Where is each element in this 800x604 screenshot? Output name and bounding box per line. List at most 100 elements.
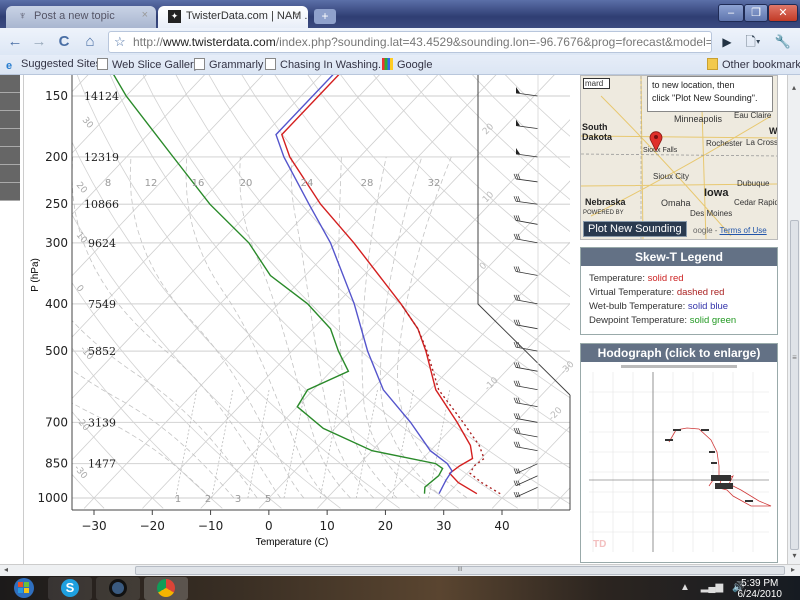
ie-icon: e xyxy=(6,60,13,72)
close-tab-icon[interactable]: × xyxy=(294,9,300,21)
bookmark-grammarly[interactable]: Grammarly xyxy=(194,58,263,71)
horizontal-scroll-thumb[interactable]: III xyxy=(135,566,785,575)
barb-flag xyxy=(513,380,517,386)
nav-tile[interactable] xyxy=(0,183,20,201)
network-icon[interactable]: ▂▄▆ xyxy=(701,582,723,593)
forward-button[interactable]: → xyxy=(28,31,50,53)
nav-tile[interactable] xyxy=(0,75,20,93)
nav-tile[interactable] xyxy=(0,129,20,147)
x-tick-label: 0 xyxy=(265,519,273,533)
map-pin-icon[interactable] xyxy=(649,131,663,151)
terms-of-use-link[interactable]: Terms of Use xyxy=(720,226,767,235)
barb-staff xyxy=(515,178,539,183)
back-button[interactable]: ← xyxy=(4,31,26,53)
skype-icon: S xyxy=(61,579,79,597)
tab-twisterdata[interactable]: ✦ TwisterData.com | NAM ... × xyxy=(158,6,308,28)
google-icon xyxy=(382,58,393,70)
dry-adiabat xyxy=(504,75,570,137)
x-tick-label: 30 xyxy=(436,519,451,533)
vertical-scrollbar[interactable]: ▴ ≡ ▾ xyxy=(787,75,800,564)
pressure-tick-label: 250 xyxy=(45,197,68,211)
maximize-button[interactable]: ❐ xyxy=(744,4,768,22)
location-map[interactable]: mard to new location, then click "Plot N… xyxy=(580,75,778,240)
barb-flag xyxy=(515,362,519,368)
scroll-up-arrow[interactable]: ▴ xyxy=(788,83,800,92)
barb-flag xyxy=(513,341,517,348)
vertical-scroll-thumb[interactable]: ≡ xyxy=(790,220,799,550)
bookmark-google[interactable]: Google xyxy=(382,58,432,71)
scroll-down-arrow[interactable]: ▾ xyxy=(788,551,800,560)
plot-new-sounding-button[interactable]: Plot New Sounding xyxy=(583,221,687,237)
barb-flag xyxy=(515,380,519,386)
tab-post-new-topic[interactable]: ♆ Post a new topic × xyxy=(6,6,156,28)
dry-adiabat xyxy=(472,75,570,169)
isotherm xyxy=(72,75,147,154)
nav-tile[interactable] xyxy=(0,93,20,111)
map-terms: oogle - Terms of Use xyxy=(693,226,767,235)
bookmark-star-icon[interactable]: ☆ xyxy=(114,32,126,52)
page-menu-icon[interactable]: 🗋▾ xyxy=(742,31,764,53)
start-button[interactable] xyxy=(2,577,46,600)
scroll-right-arrow[interactable]: ▸ xyxy=(791,565,795,574)
barb-flag xyxy=(513,319,517,325)
nav-tile[interactable] xyxy=(0,165,20,183)
nav-tile[interactable] xyxy=(0,111,20,129)
nav-tile[interactable] xyxy=(0,147,20,165)
bookmark-chasing-in-washing[interactable]: Chasing In Washing... xyxy=(265,58,387,71)
close-window-button[interactable]: ✕ xyxy=(768,4,798,22)
height-label: 14124 xyxy=(84,90,119,103)
legend-row-virtual-temperature: Virtual Temperature: dashed red xyxy=(589,288,777,298)
moist-adiabat xyxy=(185,156,328,499)
show-hidden-icons[interactable]: ▲ xyxy=(680,582,690,593)
wrench-menu-icon[interactable]: 🔧 xyxy=(772,31,794,53)
close-tab-icon[interactable]: × xyxy=(142,9,148,21)
reload-button[interactable]: C xyxy=(53,31,75,53)
isotherm xyxy=(491,425,570,509)
go-icon[interactable]: ▶ xyxy=(716,31,738,53)
url-prefix: http:// xyxy=(133,35,164,49)
hodograph-panel[interactable]: Hodograph (click to enlarge) TD xyxy=(580,343,778,563)
x-tick-label: −10 xyxy=(198,519,223,533)
hodograph-title[interactable]: Hodograph (click to enlarge) xyxy=(581,344,777,362)
map-city: Minneapolis xyxy=(674,114,723,124)
isotherm xyxy=(72,75,89,93)
barb-staff xyxy=(515,220,539,225)
wind-barb xyxy=(513,215,539,225)
home-button[interactable]: ⌂ xyxy=(79,31,101,53)
pressure-tick-label: 850 xyxy=(45,457,68,471)
wind-barbs xyxy=(513,87,539,498)
system-tray: ▲ ▂▄▆ 🔊 xyxy=(680,582,744,593)
isotherm-label: 20 xyxy=(481,122,496,137)
map-corner-label: mard xyxy=(583,78,611,89)
bookmark-web-slice-gallery[interactable]: Web Slice Gallery xyxy=(97,58,199,71)
taskbar-app[interactable] xyxy=(96,577,140,600)
minimize-button[interactable]: – xyxy=(718,4,744,22)
windows-logo-icon xyxy=(14,578,34,598)
new-tab-button[interactable]: + xyxy=(314,9,336,24)
x-tick-label: 10 xyxy=(320,519,335,533)
mixing-ratio-label: 24 xyxy=(301,178,314,189)
bookmark-suggested-sites[interactable]: e Suggested Sites xyxy=(6,58,101,72)
barb-staff xyxy=(515,446,539,452)
scroll-left-arrow[interactable]: ◂ xyxy=(4,565,8,574)
horizontal-scrollbar[interactable]: ◂ III ▸ xyxy=(0,564,800,576)
legend-row-dewpoint: Dewpoint Temperature: solid green xyxy=(589,316,777,326)
other-bookmarks[interactable]: Other bookmarks xyxy=(707,58,800,71)
taskbar-skype[interactable]: S xyxy=(48,577,92,600)
hodograph-image[interactable]: TD xyxy=(581,362,777,562)
map-city: Sioux City xyxy=(653,172,690,181)
dry-adiabat xyxy=(72,281,282,509)
barb-pennant xyxy=(516,147,520,154)
dry-adiabat xyxy=(340,75,570,298)
clock-date: 6/24/2010 xyxy=(737,589,783,600)
mixing-ratio-line xyxy=(319,389,342,499)
clock[interactable]: 5:39 PM 6/24/2010 xyxy=(738,578,783,600)
scroll-grip: ≡ xyxy=(792,353,797,362)
barb-flag xyxy=(517,266,521,272)
isotherm-label: 30 xyxy=(80,116,95,131)
wind-barb xyxy=(515,119,539,130)
title-bar: ♆ Post a new topic × ✦ TwisterData.com |… xyxy=(0,0,800,28)
taskbar-chrome[interactable] xyxy=(144,577,188,600)
tab-label: Post a new topic xyxy=(34,10,115,22)
address-bar[interactable]: ☆ http://www.twisterdata.com/index.php?s… xyxy=(108,31,712,53)
